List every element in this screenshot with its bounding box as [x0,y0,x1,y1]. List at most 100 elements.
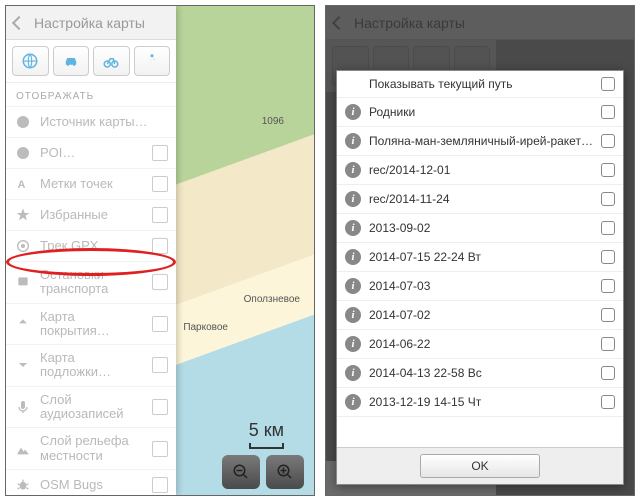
dialog-row-label: 2014-06-22 [369,337,593,351]
item-label: Трек GPX… [40,239,144,253]
info-icon[interactable]: i [345,365,361,381]
sidebar-title: Настройка карты [34,15,145,31]
settings-sidebar: Настройка карты ОТОБРАЖАТЬ Источник карт… [6,6,176,495]
mode-browse[interactable] [12,46,49,76]
item-label: Слой рельефа местности [40,434,144,463]
checkbox[interactable] [601,134,615,148]
checkbox[interactable] [152,357,168,373]
dialog-row[interactable]: i 2014-07-02 [337,301,623,330]
scale-label: 5 км [249,420,284,440]
mic-icon [14,398,32,416]
zoom-out-button[interactable] [222,455,260,489]
scale-bar [249,443,284,449]
checkbox[interactable] [601,250,615,264]
item-label: Карта покрытия… [40,310,144,339]
mode-car[interactable] [53,46,90,76]
dialog-row-label: rec/2014-11-24 [369,192,593,206]
mode-walk[interactable] [134,46,171,76]
dialog-row[interactable]: i Родники [337,98,623,127]
section-header: ОТОБРАЖАТЬ [6,83,176,106]
sidebar-items: Источник карты… POI… A Метки точек Избран… [6,106,176,495]
sidebar-header[interactable]: Настройка карты [6,6,176,40]
dialog-row[interactable]: iПоляна-ман-земляничный-ирей-ракетчики [337,127,623,156]
mode-bicycle[interactable] [93,46,130,76]
checkbox[interactable] [152,145,168,161]
info-icon[interactable]: i [345,336,361,352]
dialog-footer: OK [337,447,623,484]
dialog-row[interactable]: i 2013-12-19 14-15 Чт [337,388,623,417]
checkbox[interactable] [601,395,615,409]
item-transit-stops[interactable]: Остановки транспорта [6,261,176,303]
dialog-list[interactable]: Показывать текущий путь i Родники iПоляна-м… [337,71,623,447]
item-label: POI… [40,146,144,160]
track-icon [14,237,32,255]
info-icon[interactable]: i [345,278,361,294]
checkbox[interactable] [601,221,615,235]
item-overlay-map[interactable]: Карта покрытия… [6,303,176,345]
item-gpx-track[interactable]: Трек GPX… [6,230,176,261]
info-icon[interactable]: i [345,220,361,236]
checkbox[interactable] [601,337,615,351]
dialog-row[interactable]: i 2014-06-22 [337,330,623,359]
checkbox[interactable] [601,192,615,206]
info-icon[interactable]: i [345,104,361,120]
dialog-row-label: 2014-07-03 [369,279,593,293]
zoom-controls [222,455,304,489]
back-icon[interactable] [12,15,26,29]
checkbox[interactable] [601,105,615,119]
item-map-source[interactable]: Источник карты… [6,106,176,137]
item-label: OSM Bugs [40,478,144,492]
item-osm-bugs[interactable]: OSM Bugs [6,469,176,495]
dialog-row-label: 2013-09-02 [369,221,593,235]
item-relief-layer[interactable]: Слой рельефа местности [6,427,176,469]
dialog-row[interactable]: Показывать текущий путь [337,71,623,98]
info-icon[interactable]: i [345,162,361,178]
info-icon[interactable]: i [345,191,361,207]
checkbox[interactable] [152,477,168,493]
a-icon: A [14,175,32,193]
checkbox[interactable] [152,176,168,192]
checkbox[interactable] [601,366,615,380]
zoom-in-button[interactable] [266,455,304,489]
checkbox[interactable] [152,441,168,457]
dialog-row[interactable]: i2014-07-15 22-24 Вт [337,243,623,272]
checkbox[interactable] [152,238,168,254]
dialog-row-label: Родники [369,105,593,119]
dialog-row[interactable]: i 2014-07-03 [337,272,623,301]
info-icon[interactable]: i [345,394,361,410]
ok-button[interactable]: OK [420,454,540,478]
checkbox[interactable] [601,77,615,91]
item-audio-layer[interactable]: Слой аудиозаписей [6,386,176,428]
scale-indicator: 5 км [249,420,284,449]
item-label: Слой аудиозаписей [40,393,144,422]
item-point-labels[interactable]: A Метки точек [6,168,176,199]
checkbox[interactable] [152,207,168,223]
checkbox[interactable] [152,316,168,332]
info-icon[interactable]: i [345,133,361,149]
checkbox[interactable] [152,274,168,290]
up-icon [14,315,32,333]
gpx-tracks-dialog: Показывать текущий путь i Родники iПоляна-м… [336,70,624,485]
dialog-row-label: 2013-12-19 14-15 Чт [369,395,593,409]
checkbox[interactable] [152,399,168,415]
item-label: Карта подложки… [40,351,144,380]
screenshot-left: 1096 Оползневое Парковое Настройка карты… [5,5,315,496]
dialog-row[interactable]: i rec/2014-11-24 [337,185,623,214]
item-favorites[interactable]: Избранные [6,199,176,230]
item-underlay-map[interactable]: Карта подложки… [6,344,176,386]
dialog-row[interactable]: i 2013-09-02 [337,214,623,243]
checkbox[interactable] [601,279,615,293]
dialog-row[interactable]: irec/2014-12-01 [337,156,623,185]
item-poi[interactable]: POI… [6,137,176,168]
checkbox[interactable] [601,163,615,177]
dialog-row[interactable]: i2014-04-13 22-58 Вс [337,359,623,388]
item-label: Метки точек [40,177,144,191]
item-label: Источник карты… [40,115,168,129]
info-icon[interactable]: i [345,307,361,323]
info-icon[interactable]: i [345,249,361,265]
checkbox[interactable] [601,308,615,322]
dialog-row-label: 2014-07-02 [369,308,593,322]
bus-icon [14,273,32,291]
info-icon [14,144,32,162]
bug-icon [14,476,32,494]
